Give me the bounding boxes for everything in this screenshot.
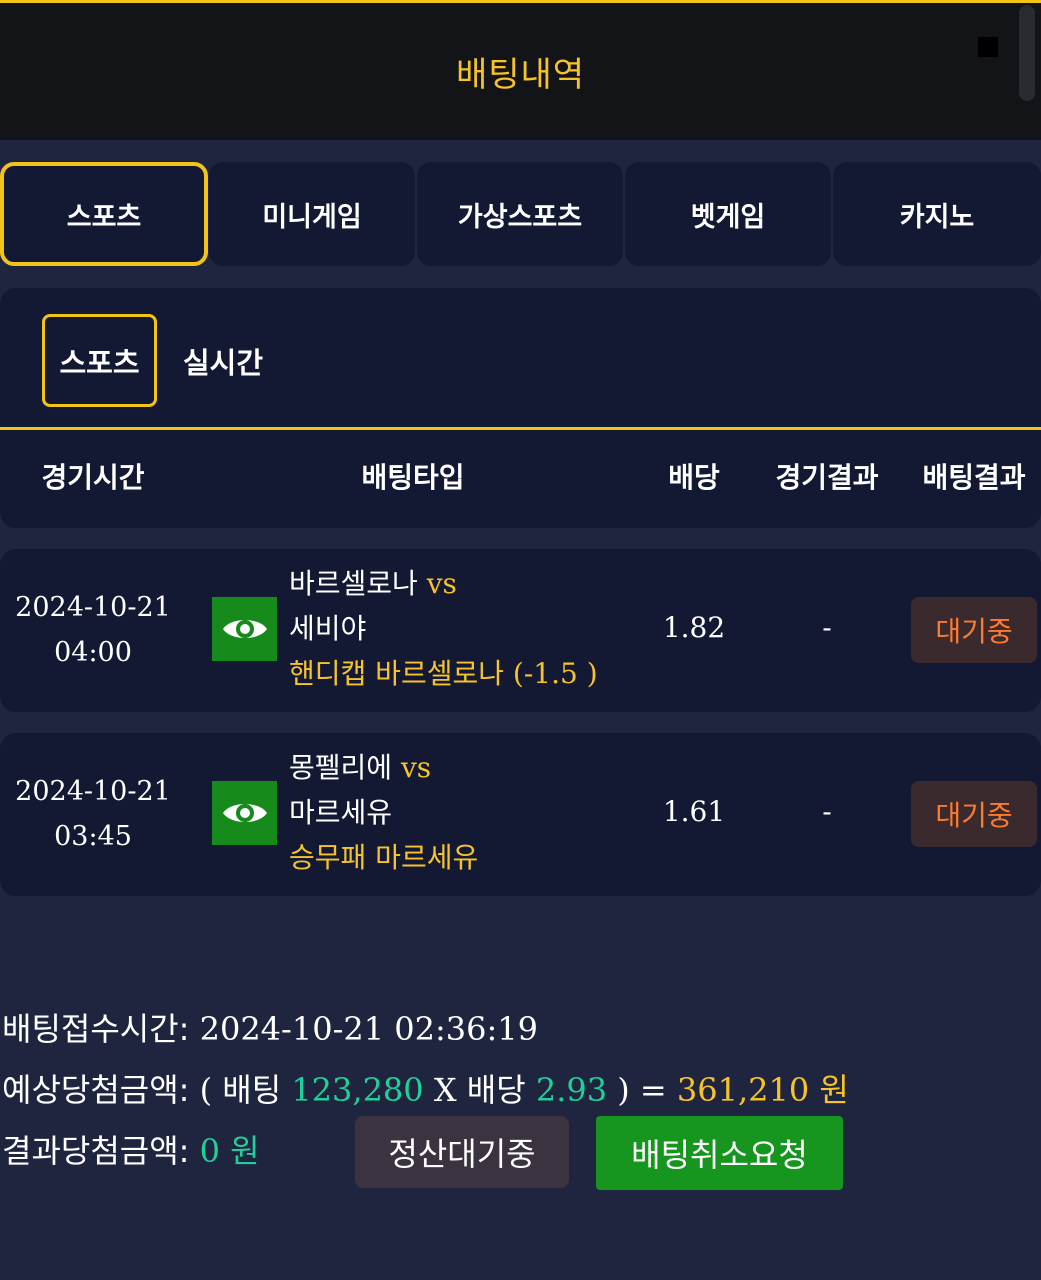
result-winnings: 결과당첨금액: 0 원 (2, 1126, 260, 1172)
times-sign: X (433, 1071, 457, 1109)
game-result: - (822, 611, 832, 644)
paren-open: ( (199, 1071, 213, 1109)
paren-close: ) = (617, 1071, 667, 1109)
bet-pick: 핸디캡 바르셀로나 (-1.5 ) (289, 651, 598, 696)
status-badge: 대기중 (911, 781, 1037, 847)
game-result: - (822, 795, 832, 828)
column-header-game-time: 경기시간 (41, 461, 145, 494)
game-time: 03:45 (54, 821, 132, 852)
close-icon[interactable] (978, 37, 998, 57)
odds-label: 배당 (466, 1071, 526, 1109)
expected-amount: 361,210 (676, 1071, 810, 1109)
away-team: 세비야 (289, 612, 367, 645)
away-team: 마르세유 (289, 796, 393, 829)
vs-label: vs (400, 751, 432, 784)
handicap-value: (-1.5 ) (512, 657, 598, 690)
match-teams-line: 바르셀로나 vs (289, 561, 457, 606)
match-teams-line: 몽펠리에 vs (289, 745, 431, 790)
category-tabs: 스포츠 미니게임 가상스포츠 벳게임 카지노 (0, 162, 1041, 266)
expected-winnings: 예상당첨금액: ( 배팅 123,280 X 배당 2.93 ) = 361,2… (2, 1065, 849, 1111)
odds-value: 1.61 (662, 795, 726, 828)
home-team: 바르셀로나 (289, 567, 418, 600)
tab-betgame[interactable]: 벳게임 (625, 162, 831, 266)
tab-casino[interactable]: 카지노 (833, 162, 1041, 266)
result-currency: 원 (230, 1132, 260, 1170)
bet-received-label: 배팅접수시간: (2, 1010, 190, 1048)
game-time: 04:00 (54, 637, 132, 668)
table-header: 경기시간 배팅타입 배당 경기결과 배팅결과 (0, 430, 1041, 528)
game-date: 2024-10-21 (15, 592, 171, 623)
expected-label: 예상당첨금액: (2, 1071, 190, 1109)
pick-label: 핸디캡 바르셀로나 (289, 657, 504, 690)
bet-received-time: 배팅접수시간: 2024-10-21 02:36:19 (2, 1004, 538, 1050)
sub-tab-bar: 스포츠 실시간 (0, 288, 1041, 430)
tab-minigame[interactable]: 미니게임 (209, 162, 415, 266)
table-row: 2024-10-21 04:00 바르셀로나 vs 세비야 핸디캡 바르셀로나 … (0, 549, 1041, 712)
tab-sports[interactable]: 스포츠 (0, 162, 208, 266)
view-button[interactable] (212, 781, 277, 845)
settlement-pending-badge: 정산대기중 (355, 1116, 569, 1188)
result-amount: 0 (199, 1132, 220, 1170)
column-header-game-result: 경기결과 (775, 461, 879, 494)
currency-won: 원 (819, 1071, 849, 1109)
cancel-bet-button[interactable]: 배팅취소요청 (596, 1116, 843, 1190)
status-badge: 대기중 (911, 597, 1037, 663)
column-header-odds: 배당 (668, 461, 720, 494)
bet-received-value: 2024-10-21 02:36:19 (199, 1010, 538, 1048)
eye-icon (222, 620, 267, 638)
bet-label: 배팅 (222, 1071, 282, 1109)
scrollbar[interactable] (1019, 5, 1035, 101)
pick-label: 승무패 마르세유 (289, 841, 479, 874)
game-date: 2024-10-21 (15, 776, 171, 807)
bet-pick: 승무패 마르세유 (289, 835, 478, 880)
header: 배팅내역 (0, 0, 1041, 140)
eye-icon (222, 804, 267, 822)
column-header-bet-type: 배팅타입 (361, 461, 465, 494)
total-odds: 2.93 (535, 1071, 608, 1109)
subtab-live[interactable]: 실시간 (170, 314, 276, 407)
odds-value: 1.82 (662, 611, 726, 644)
subtab-sports[interactable]: 스포츠 (42, 314, 157, 407)
result-label: 결과당첨금액: (2, 1132, 190, 1170)
tab-virtual-sports[interactable]: 가상스포츠 (417, 162, 623, 266)
home-team: 몽펠리에 (289, 751, 393, 784)
page-title: 배팅내역 (455, 55, 586, 95)
table-row: 2024-10-21 03:45 몽펠리에 vs 마르세유 승무패 마르세유 1… (0, 733, 1041, 896)
vs-label: vs (426, 567, 457, 600)
bet-amount: 123,280 (291, 1071, 424, 1109)
column-header-bet-result: 배팅결과 (922, 461, 1026, 494)
view-button[interactable] (212, 597, 277, 661)
